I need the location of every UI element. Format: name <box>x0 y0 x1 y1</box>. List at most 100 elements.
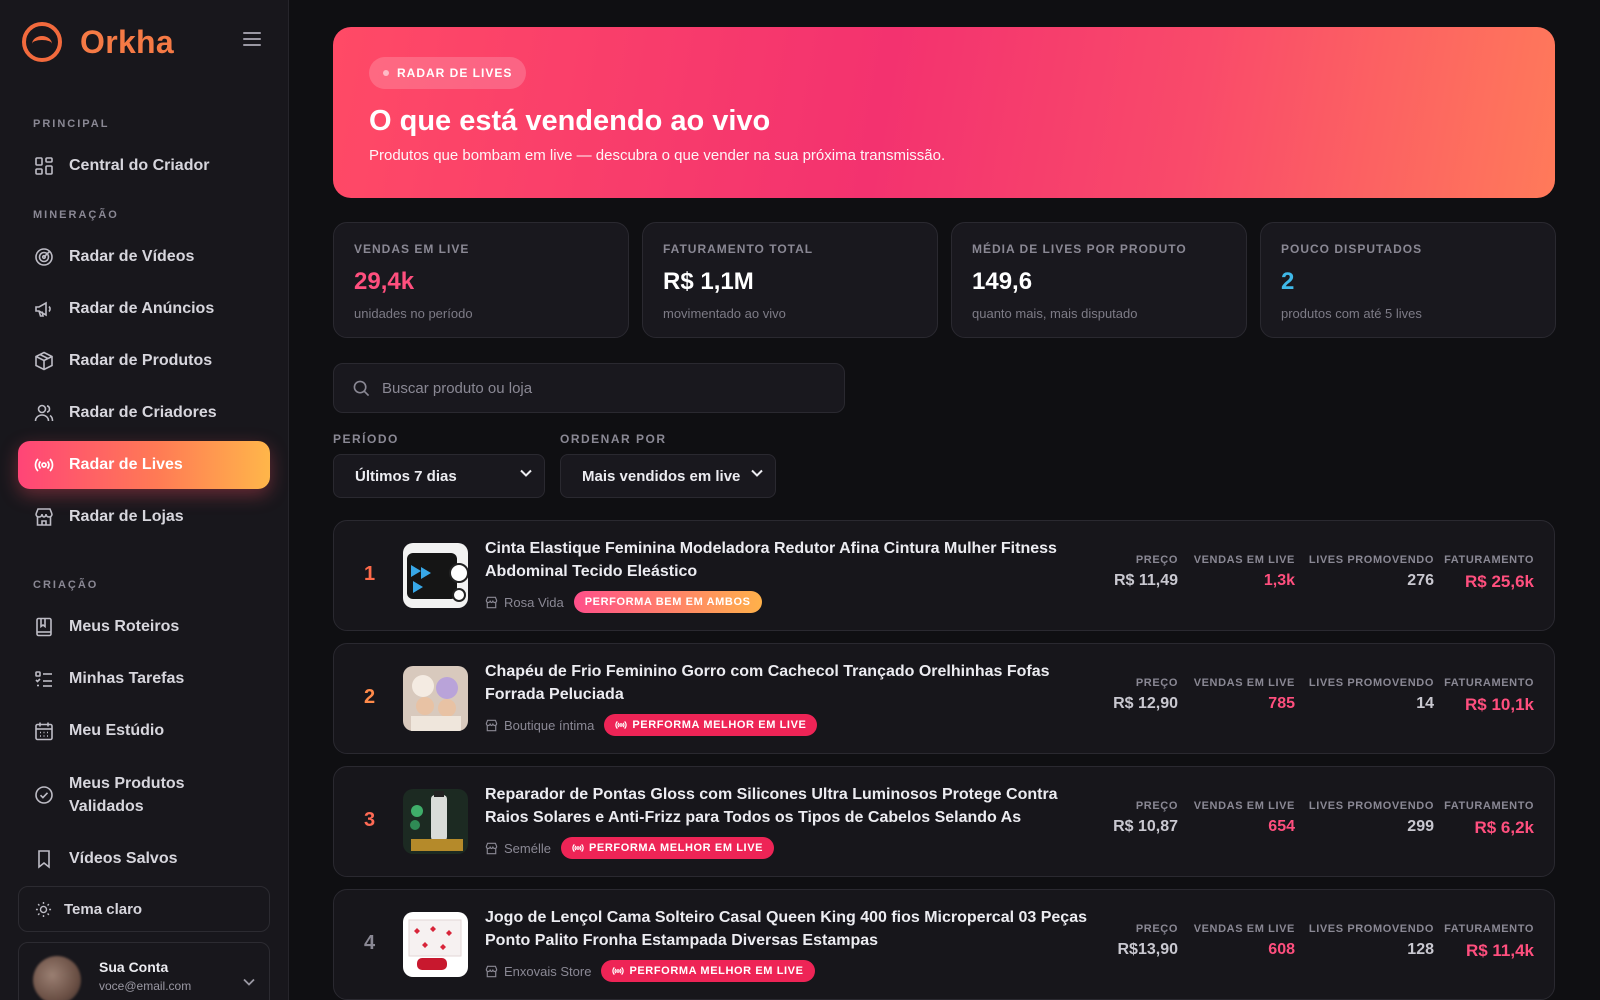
metric-value: 14 <box>1416 695 1434 712</box>
product-shop-name: Semélle <box>504 840 551 856</box>
sidebar-item-minhas-tarefas[interactable]: Minhas Tarefas <box>18 655 270 703</box>
metric-value: 276 <box>1407 572 1434 589</box>
product-row[interactable]: 1 Cinta Elastique Feminina Modeladora Re… <box>333 520 1555 631</box>
product-thumbnail[interactable] <box>403 789 468 854</box>
dot-icon <box>383 70 389 76</box>
metric-label: FATURAMENTO <box>1444 554 1534 566</box>
account-menu[interactable]: Sua Conta voce@email.com <box>18 942 270 1000</box>
broadcast-icon <box>34 455 54 475</box>
product-row[interactable]: 3 Reparador de Pontas Gloss com Silicone… <box>333 766 1555 877</box>
search-input[interactable] <box>382 379 822 397</box>
calendar-icon <box>34 721 54 741</box>
sidebar-item-radar-de-anuncios[interactable]: Radar de Anúncios <box>18 285 270 333</box>
sidebar-item-radar-de-lojas[interactable]: Radar de Lojas <box>18 493 270 541</box>
sidebar-item-label: Radar de Produtos <box>69 352 213 369</box>
stat-value: 2 <box>1281 268 1295 295</box>
check-circle-icon <box>34 785 54 805</box>
metric-label: PREÇO <box>1135 923 1178 935</box>
product-title[interactable]: Reparador de Pontas Gloss com Silicones … <box>485 783 1090 829</box>
users-icon <box>34 403 54 423</box>
metric-label: VENDAS EM LIVE <box>1193 554 1295 566</box>
sidebar-item-label: Radar de Vídeos <box>69 248 195 265</box>
metric-value: 654 <box>1268 818 1295 835</box>
product-title[interactable]: Cinta Elastique Feminina Modeladora Redu… <box>485 537 1090 583</box>
order-filter-label: ORDENAR POR <box>560 432 667 446</box>
metric-value: R$ 12,90 <box>1113 695 1178 712</box>
metric-price: PREÇO R$ 10,87 <box>1113 800 1178 836</box>
sidebar-item-radar-de-criadores[interactable]: Radar de Criadores <box>18 389 270 437</box>
metric-value: R$ 11,4k <box>1465 941 1534 960</box>
product-shop-name: Boutique íntima <box>504 717 595 733</box>
product-thumbnail[interactable] <box>403 912 468 977</box>
sun-icon <box>35 901 52 918</box>
metric-label: FATURAMENTO <box>1444 800 1534 812</box>
stat-card-vendas: VENDAS EM LIVE 29,4k unidades no período <box>333 222 629 338</box>
store-icon <box>34 507 54 527</box>
metric-lives: LIVES PROMOVENDO 14 <box>1309 677 1434 713</box>
menu-toggle-icon[interactable] <box>243 32 261 46</box>
metric-label: VENDAS EM LIVE <box>1193 677 1295 689</box>
metric-label: PREÇO <box>1135 554 1178 566</box>
theme-toggle-button[interactable]: Tema claro <box>18 886 270 932</box>
sidebar-item-label: Central do Criador <box>69 157 210 174</box>
sidebar-item-meu-estudio[interactable]: Meu Estúdio <box>18 707 270 755</box>
megaphone-icon <box>34 299 54 319</box>
product-thumbnail[interactable] <box>403 543 468 608</box>
section-label-mineracao: MINERAÇÃO <box>33 209 119 221</box>
metric-value: 299 <box>1407 818 1434 835</box>
sidebar-item-videos-salvos[interactable]: Vídeos Salvos <box>18 835 270 883</box>
metric-value: 785 <box>1268 695 1295 712</box>
product-row[interactable]: 2 Chapéu de Frio Feminino Gorro com Cach… <box>333 643 1555 754</box>
metric-price: PREÇO R$13,90 <box>1118 923 1179 959</box>
stat-label: MÉDIA DE LIVES POR PRODUTO <box>972 242 1187 256</box>
metric-label: PREÇO <box>1135 800 1178 812</box>
sidebar-item-meus-roteiros[interactable]: Meus Roteiros <box>18 603 270 651</box>
metric-label: FATURAMENTO <box>1444 677 1534 689</box>
account-name: Sua Conta <box>99 959 169 975</box>
broadcast-icon <box>615 719 627 731</box>
product-row[interactable]: 4 Jogo de Lençol Cama Solteiro Casal Que… <box>333 889 1555 1000</box>
logo[interactable]: Orkha <box>22 22 174 62</box>
metric-value: R$ 10,1k <box>1465 695 1534 714</box>
metric-label: LIVES PROMOVENDO <box>1308 554 1434 566</box>
product-title[interactable]: Chapéu de Frio Feminino Gorro com Cachec… <box>485 660 1090 706</box>
metric-value: 608 <box>1268 941 1295 958</box>
search-box[interactable] <box>333 363 845 413</box>
product-title[interactable]: Jogo de Lençol Cama Solteiro Casal Queen… <box>485 906 1090 952</box>
performance-tag: PERFORMA MELHOR EM LIVE <box>601 960 815 982</box>
metric-price: PREÇO R$ 11,49 <box>1114 554 1178 590</box>
store-icon <box>485 965 498 978</box>
sidebar-item-label: Radar de Lojas <box>69 508 184 525</box>
chevron-down-icon <box>243 973 255 991</box>
stat-value: 149,6 <box>972 268 1033 295</box>
metric-lives: LIVES PROMOVENDO 128 <box>1309 923 1434 959</box>
period-select[interactable]: Últimos 7 dias <box>333 454 545 498</box>
product-thumbnail[interactable] <box>403 666 468 731</box>
product-shop: Enxovais Store PERFORMA MELHOR EM LIVE <box>485 960 815 982</box>
stat-card-faturamento: FATURAMENTO TOTAL R$ 1,1M movimentado ao… <box>642 222 938 338</box>
performance-tag: PERFORMA BEM EM AMBOS <box>573 591 762 613</box>
app-name: Orkha <box>80 23 174 60</box>
stat-note: movimentado ao vivo <box>663 306 786 321</box>
performance-tag: PERFORMA MELHOR EM LIVE <box>560 837 775 859</box>
metric-price: PREÇO R$ 12,90 <box>1113 677 1178 713</box>
sidebar-item-label: Minhas Tarefas <box>69 670 185 687</box>
sidebar-item-radar-de-lives[interactable]: Radar de Lives <box>18 441 270 489</box>
metric-value: R$ 10,87 <box>1113 818 1178 835</box>
order-select[interactable]: Mais vendidos em live <box>560 454 776 498</box>
sidebar-item-label: Meus Produtos Validados <box>69 775 185 815</box>
metric-value: R$13,90 <box>1117 941 1179 958</box>
product-shop-name: Rosa Vida <box>504 594 564 610</box>
product-shop-name: Enxovais Store <box>504 963 592 979</box>
hero-badge-label: RADAR DE LIVES <box>397 66 513 80</box>
logo-icon <box>22 22 62 62</box>
sidebar-item-radar-de-produtos[interactable]: Radar de Produtos <box>18 337 270 385</box>
metric-value: 128 <box>1407 941 1434 958</box>
sidebar-item-meus-produtos-validados[interactable]: Meus Produtos Validados <box>18 765 270 825</box>
sidebar-item-label: Meu Estúdio <box>69 722 165 739</box>
sidebar-item-radar-de-videos[interactable]: Radar de Vídeos <box>18 233 270 281</box>
metric-value: 1,3k <box>1263 572 1295 589</box>
sidebar-item-central-do-criador[interactable]: Central do Criador <box>18 142 270 190</box>
broadcast-icon <box>572 842 584 854</box>
metric-sales: VENDAS EM LIVE 1,3k <box>1194 554 1295 590</box>
